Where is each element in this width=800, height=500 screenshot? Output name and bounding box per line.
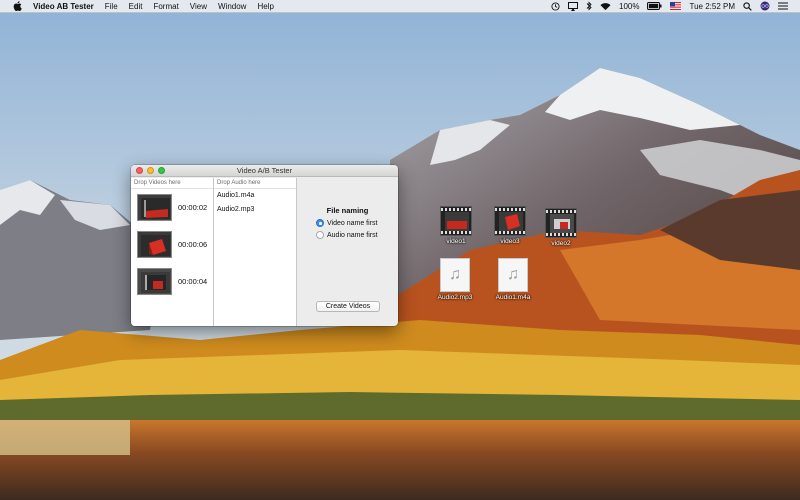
video-duration: 00:00:06 <box>178 240 208 249</box>
music-note-icon: ♫ <box>440 258 470 292</box>
menu-window[interactable]: Window <box>218 0 246 13</box>
audio-list-item[interactable]: Audio2.mp3 <box>214 203 296 217</box>
app-window: Video A/B Tester Drop Videos here 00:00:… <box>131 165 398 326</box>
video-list-item[interactable]: 00:00:02 <box>131 189 213 226</box>
menu-edit[interactable]: Edit <box>129 0 143 13</box>
menu-view[interactable]: View <box>190 0 207 13</box>
file-naming-title: File naming <box>326 206 369 215</box>
audio-pane-header: Drop Audio here <box>214 178 296 189</box>
audio-drop-list[interactable]: Drop Audio here Audio1.m4a Audio2.mp3 <box>214 178 297 326</box>
radio-video-name-first[interactable]: Video name first <box>316 219 377 227</box>
music-note-icon: ♫ <box>498 258 528 292</box>
menu-help[interactable]: Help <box>257 0 273 13</box>
spotlight-search-icon[interactable] <box>743 1 752 11</box>
desktop-file-video3[interactable]: video3 <box>485 206 535 245</box>
desktop-wallpaper <box>0 0 800 500</box>
video-duration: 00:00:04 <box>178 277 208 286</box>
time-machine-icon[interactable] <box>551 1 560 11</box>
siri-icon[interactable] <box>760 1 770 11</box>
audio-list-item[interactable]: Audio1.m4a <box>214 189 296 203</box>
video-file-icon <box>440 206 472 236</box>
radio-button-selected[interactable] <box>316 219 324 227</box>
menu-file[interactable]: File <box>105 0 118 13</box>
desktop-file-label: Audio1.m4a <box>495 294 531 301</box>
desktop-file-label: video2 <box>551 240 571 247</box>
clock[interactable]: Tue 2:52 PM <box>689 0 735 13</box>
bluetooth-icon[interactable] <box>586 1 592 11</box>
status-area: 100% Tue 2:52 PM <box>543 0 788 13</box>
wifi-icon[interactable] <box>600 2 611 11</box>
video-thumbnail <box>137 231 172 258</box>
video-drop-list[interactable]: Drop Videos here 00:00:02 00:00:06 00:00… <box>131 178 214 326</box>
menu-format[interactable]: Format <box>153 0 178 13</box>
airplay-icon[interactable] <box>568 1 579 11</box>
window-titlebar[interactable]: Video A/B Tester <box>131 165 398 177</box>
apple-icon[interactable] <box>11 0 23 12</box>
video-list-item[interactable]: 00:00:06 <box>131 226 213 263</box>
radio-button[interactable] <box>316 231 324 239</box>
menu-bar: Video AB Tester File Edit Format View Wi… <box>0 0 800 13</box>
desktop-file-audio2[interactable]: ♫ Audio2.mp3 <box>430 258 480 301</box>
menu-app-name[interactable]: Video AB Tester <box>33 0 94 13</box>
us-flag-icon[interactable] <box>670 2 682 10</box>
video-file-icon <box>494 206 526 236</box>
minimize-window-button[interactable] <box>147 167 154 174</box>
window-title: Video A/B Tester <box>236 165 293 175</box>
options-panel: File naming Video name first Audio name … <box>297 178 398 326</box>
radio-label: Audio name first <box>327 231 378 239</box>
video-file-icon <box>545 208 577 238</box>
video-pane-header: Drop Videos here <box>131 178 213 189</box>
desktop-file-video1[interactable]: video1 <box>431 206 481 245</box>
zoom-window-button[interactable] <box>158 167 165 174</box>
desktop-file-label: video1 <box>446 238 466 245</box>
video-duration: 00:00:02 <box>178 203 208 212</box>
video-thumbnail <box>137 268 172 295</box>
desktop-file-label: Audio2.mp3 <box>437 294 473 301</box>
close-window-button[interactable] <box>136 167 143 174</box>
radio-audio-name-first[interactable]: Audio name first <box>316 231 378 239</box>
battery-icon[interactable] <box>647 2 662 10</box>
radio-label: Video name first <box>327 219 378 227</box>
create-videos-button[interactable]: Create Videos <box>316 301 380 312</box>
video-thumbnail <box>137 194 172 221</box>
desktop-file-audio1[interactable]: ♫ Audio1.m4a <box>488 258 538 301</box>
notification-center-icon[interactable] <box>778 2 788 10</box>
battery-percent: 100% <box>619 1 640 11</box>
window-content: Drop Videos here 00:00:02 00:00:06 00:00… <box>131 178 398 326</box>
video-list-item[interactable]: 00:00:04 <box>131 263 213 300</box>
desktop-file-label: video3 <box>500 238 520 245</box>
desktop-file-video2[interactable]: video2 <box>536 208 586 247</box>
